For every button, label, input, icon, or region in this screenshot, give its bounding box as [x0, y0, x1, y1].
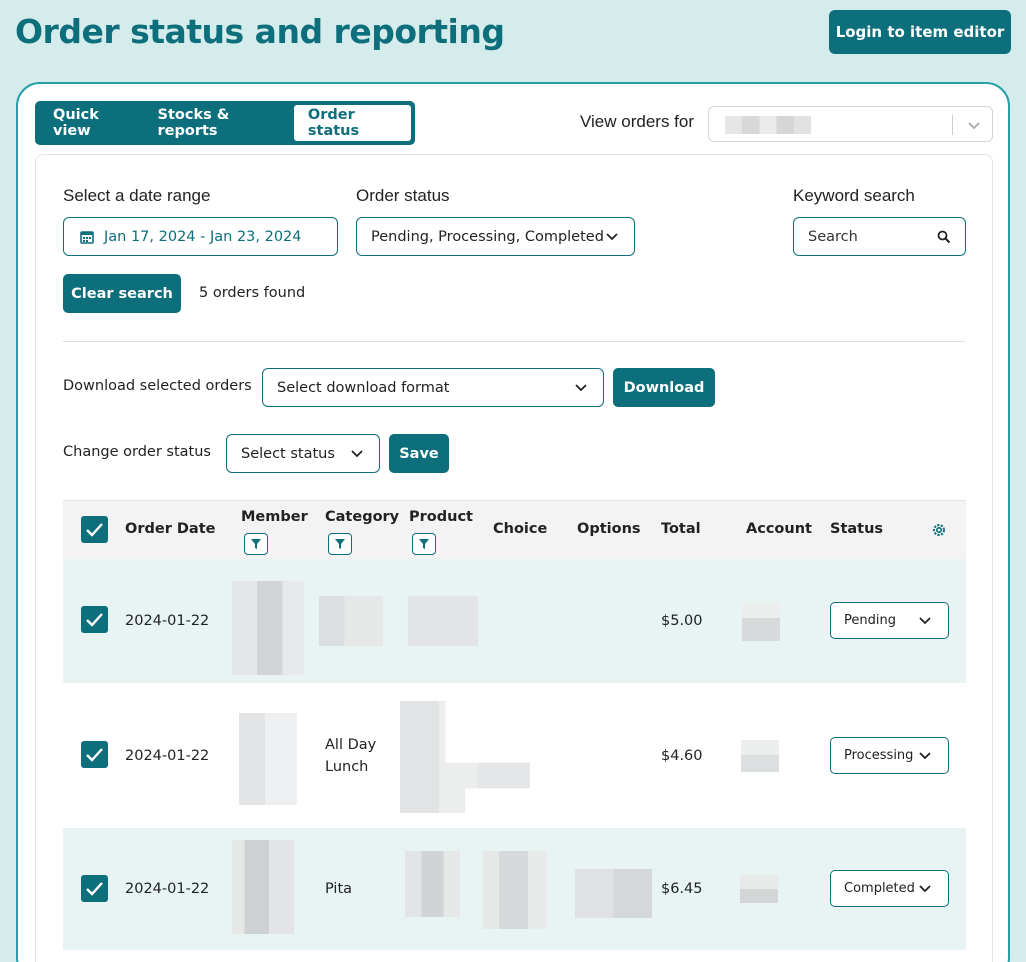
change-status-label: Change order status	[63, 444, 211, 460]
results-count: 5 orders found	[199, 285, 306, 301]
date-range-field[interactable]: Jan 17, 2024 - Jan 23, 2024	[63, 217, 338, 256]
redacted-account	[740, 875, 778, 903]
search-icon	[937, 230, 951, 244]
column-product[interactable]: Product	[409, 509, 473, 525]
order-status-value: Pending, Processing, Completed	[371, 228, 604, 245]
row-status-value: Completed	[844, 881, 915, 896]
order-total: $4.60	[661, 748, 703, 764]
row-category: All Day Lunch	[325, 737, 377, 775]
chevron-down-icon	[919, 752, 931, 760]
column-options: Options	[577, 521, 641, 537]
table-row[interactable]: 2024-01-22 All Day Lunch $4.60 Processin…	[63, 683, 966, 828]
date-range-label: Select a date range	[63, 186, 211, 205]
row-status-select[interactable]: Processing	[830, 737, 949, 774]
column-category[interactable]: Category	[325, 509, 399, 525]
redacted-member	[232, 581, 304, 675]
redacted-product	[405, 851, 460, 917]
filter-icon	[419, 539, 429, 549]
row-status-value: Pending	[844, 613, 896, 628]
redacted-account	[741, 740, 779, 772]
table-header: Order Date Member Category Product Choic…	[63, 500, 966, 559]
column-account[interactable]: Account	[746, 521, 812, 537]
tab-quick-view[interactable]: Quick view	[39, 105, 144, 141]
tab-order-status[interactable]: Order status	[293, 105, 411, 141]
change-status-value: Select status	[241, 445, 335, 462]
column-member[interactable]: Member	[241, 509, 308, 525]
checkmark-icon	[86, 748, 103, 762]
clear-search-button[interactable]: Clear search	[63, 274, 181, 313]
redacted-member	[232, 840, 294, 934]
keyword-search-placeholder: Search	[808, 228, 858, 245]
divider	[63, 341, 965, 342]
row-status-select[interactable]: Completed	[830, 870, 949, 907]
chevron-down-icon	[606, 233, 618, 241]
order-total: $5.00	[661, 613, 703, 629]
column-status[interactable]: Status	[830, 521, 883, 537]
download-format-select[interactable]: Select download format	[262, 368, 604, 407]
order-total: $6.45	[661, 881, 703, 897]
order-date: 2024-01-22	[125, 748, 210, 764]
row-category: Pita	[325, 881, 353, 897]
change-status-select[interactable]: Select status	[226, 434, 380, 473]
order-status-select[interactable]: Pending, Processing, Completed	[356, 217, 635, 256]
row-checkbox[interactable]	[81, 606, 108, 633]
checkmark-icon	[86, 523, 103, 537]
redacted-member	[239, 713, 297, 805]
tab-bar: Quick view Stocks & reports Order status	[35, 101, 415, 145]
orders-table: Order Date Member Category Product Choic…	[63, 500, 966, 950]
redacted-product	[400, 701, 530, 813]
tab-stocks-reports[interactable]: Stocks & reports	[144, 105, 290, 141]
page-title: Order status and reporting	[15, 12, 505, 51]
order-date: 2024-01-22	[125, 613, 210, 629]
filter-icon	[335, 539, 345, 549]
gear-icon[interactable]	[931, 522, 947, 538]
calendar-icon	[80, 231, 94, 244]
table-row[interactable]: 2024-01-22 $5.00 Pending	[63, 559, 966, 683]
row-checkbox[interactable]	[81, 875, 108, 902]
keyword-search-label: Keyword search	[793, 186, 915, 205]
save-button[interactable]: Save	[389, 434, 449, 473]
order-date: 2024-01-22	[125, 881, 210, 897]
date-range-value: Jan 17, 2024 - Jan 23, 2024	[104, 228, 302, 245]
download-button[interactable]: Download	[613, 368, 715, 407]
main-card: Quick view Stocks & reports Order status…	[16, 82, 1010, 962]
row-status-select[interactable]: Pending	[830, 602, 949, 639]
product-filter-button[interactable]	[412, 533, 436, 555]
member-filter-button[interactable]	[244, 533, 268, 555]
chevron-down-icon	[351, 450, 363, 458]
category-filter-button[interactable]	[328, 533, 352, 555]
row-checkbox[interactable]	[81, 741, 108, 768]
view-orders-select[interactable]	[708, 106, 993, 142]
row-status-value: Processing	[844, 748, 914, 763]
order-panel: Select a date range Jan 17, 2024 - Jan 2…	[35, 154, 993, 962]
redacted-account	[742, 603, 780, 641]
redacted-choice	[483, 851, 547, 929]
column-total[interactable]: Total	[661, 521, 701, 537]
chevron-down-icon	[919, 617, 931, 625]
column-choice: Choice	[493, 521, 548, 537]
chevron-down-icon	[919, 885, 931, 893]
redacted-value	[725, 116, 811, 134]
keyword-search-input[interactable]: Search	[793, 217, 966, 256]
order-status-label: Order status	[356, 186, 450, 205]
filter-icon	[251, 539, 261, 549]
download-format-value: Select download format	[277, 379, 450, 396]
chevron-down-icon	[968, 122, 980, 130]
redacted-product	[408, 596, 478, 646]
column-order-date[interactable]: Order Date	[125, 521, 215, 537]
select-separator	[952, 115, 953, 135]
select-all-checkbox[interactable]	[81, 516, 108, 543]
redacted-category	[319, 596, 383, 646]
checkmark-icon	[86, 882, 103, 896]
download-label: Download selected orders	[63, 378, 252, 394]
chevron-down-icon	[575, 384, 587, 392]
table-row[interactable]: 2024-01-22 Pita $6.45 Completed	[63, 828, 966, 950]
login-item-editor-button[interactable]: Login to item editor	[829, 10, 1011, 54]
checkmark-icon	[86, 613, 103, 627]
view-orders-label: View orders for	[580, 112, 695, 131]
redacted-options	[575, 869, 652, 918]
